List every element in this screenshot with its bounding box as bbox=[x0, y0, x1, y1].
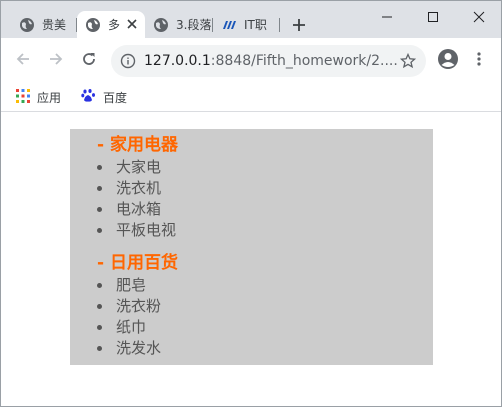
item-label: 洗衣粉 bbox=[116, 297, 162, 315]
plus-icon bbox=[292, 17, 306, 36]
bullet-icon bbox=[97, 165, 102, 170]
bookmarks-bar: 应用 百度 bbox=[1, 84, 501, 112]
category-title: - 家用电器 bbox=[97, 135, 178, 155]
item-label: 平板电视 bbox=[116, 221, 177, 239]
tab-guimei[interactable]: 贵美 bbox=[11, 11, 73, 38]
reload-icon bbox=[81, 51, 97, 71]
url-host: 127.0.0.1 bbox=[144, 53, 211, 69]
list-item: 肥皂 bbox=[97, 275, 433, 296]
globe-icon bbox=[19, 17, 35, 33]
bookmark-apps[interactable]: 应用 bbox=[16, 88, 61, 106]
bullet-icon bbox=[97, 228, 102, 233]
item-label: 纸巾 bbox=[116, 318, 147, 336]
globe-icon bbox=[153, 17, 169, 33]
arrow-right-icon bbox=[48, 51, 64, 71]
bullet-icon bbox=[97, 304, 102, 309]
close-icon bbox=[473, 8, 485, 27]
bullet-icon bbox=[97, 186, 102, 191]
apps-grid-icon bbox=[16, 88, 30, 106]
bullet-icon bbox=[97, 283, 102, 288]
reload-button[interactable] bbox=[77, 49, 101, 73]
profile-button[interactable] bbox=[436, 49, 460, 73]
bullet-icon bbox=[97, 325, 102, 330]
more-vertical-icon bbox=[471, 51, 487, 71]
tab-separator bbox=[279, 18, 280, 32]
bullet-icon bbox=[97, 207, 102, 212]
tab-it[interactable]: IT职 bbox=[213, 11, 279, 38]
list-item: 洗发水 bbox=[97, 338, 433, 359]
toolbar: 127.0.0.1:8848/Fifth_homework/2.... bbox=[1, 38, 501, 84]
bookmark-label: 应用 bbox=[37, 90, 62, 105]
tab-current[interactable]: 多 bbox=[77, 11, 145, 38]
bullet-icon bbox=[97, 346, 102, 351]
minimize-button[interactable] bbox=[364, 1, 409, 33]
close-icon[interactable] bbox=[125, 17, 139, 31]
it-logo-icon bbox=[221, 17, 237, 33]
item-label: 洗衣机 bbox=[116, 179, 162, 197]
list-item: 电冰箱 bbox=[97, 199, 433, 220]
category-section: - 日用百货 肥皂 洗衣粉 纸巾 洗发水 bbox=[97, 251, 433, 359]
globe-icon bbox=[85, 17, 101, 33]
list-item: 洗衣机 bbox=[97, 178, 433, 199]
bookmark-label: 百度 bbox=[103, 90, 128, 105]
url-path: :8848/Fifth_homework/2.... bbox=[210, 53, 398, 69]
item-label: 洗发水 bbox=[116, 339, 162, 357]
back-button[interactable] bbox=[11, 49, 35, 73]
tab-title: 3.段落 bbox=[176, 18, 211, 32]
bookmark-baidu[interactable]: 百度 bbox=[81, 88, 127, 106]
category-list: 大家电 洗衣机 电冰箱 平板电视 bbox=[97, 157, 433, 241]
browser-window: 贵美 多 3.段落 IT职 127.0.0.1:8848/Fifth_homew… bbox=[0, 0, 502, 407]
category-title: - 日用百货 bbox=[97, 253, 178, 273]
list-item: 平板电视 bbox=[97, 220, 433, 241]
new-tab-button[interactable] bbox=[288, 15, 310, 37]
list-item: 洗衣粉 bbox=[97, 296, 433, 317]
item-label: 大家电 bbox=[116, 158, 162, 176]
close-window-button[interactable] bbox=[456, 1, 501, 33]
maximize-icon bbox=[427, 8, 439, 27]
list-item: 纸巾 bbox=[97, 317, 433, 338]
baidu-paw-icon bbox=[81, 88, 96, 106]
menu-button[interactable] bbox=[467, 49, 491, 73]
forward-button[interactable] bbox=[44, 49, 68, 73]
address-bar[interactable]: 127.0.0.1:8848/Fifth_homework/2.... bbox=[111, 45, 426, 77]
category-list: 肥皂 洗衣粉 纸巾 洗发水 bbox=[97, 275, 433, 359]
category-section: - 家用电器 大家电 洗衣机 电冰箱 平板电视 bbox=[97, 133, 433, 241]
minimize-icon bbox=[381, 8, 393, 27]
account-icon bbox=[437, 48, 459, 74]
content-panel: - 家用电器 大家电 洗衣机 电冰箱 平板电视 - 日用百货 肥皂 洗衣粉 纸巾… bbox=[70, 129, 433, 365]
tab-title: 贵美 bbox=[42, 18, 67, 32]
item-label: 电冰箱 bbox=[116, 200, 162, 218]
tab-paragraph[interactable]: 3.段落 bbox=[145, 11, 211, 38]
arrow-left-icon bbox=[15, 51, 31, 71]
tab-strip: 贵美 多 3.段落 IT职 bbox=[1, 1, 501, 38]
info-icon[interactable] bbox=[120, 53, 136, 69]
list-item: 大家电 bbox=[97, 157, 433, 178]
tab-title: 多 bbox=[108, 18, 121, 32]
star-icon[interactable] bbox=[399, 52, 417, 69]
item-label: 肥皂 bbox=[116, 276, 147, 294]
url-text: 127.0.0.1:8848/Fifth_homework/2.... bbox=[144, 53, 398, 69]
tab-title: IT职 bbox=[244, 18, 267, 32]
maximize-button[interactable] bbox=[410, 1, 455, 33]
